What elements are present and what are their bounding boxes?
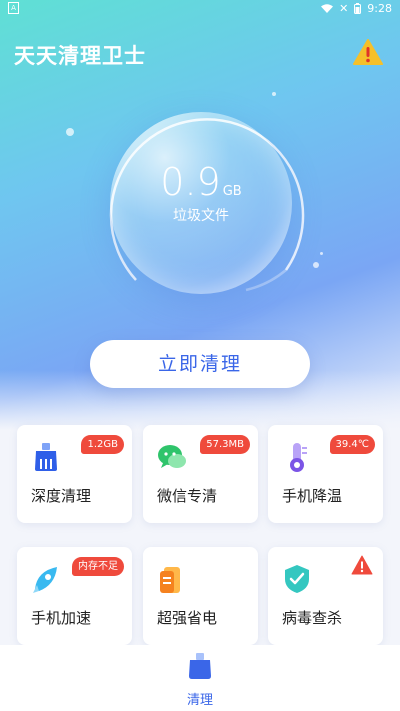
junk-label: 垃圾文件 (173, 208, 229, 224)
card-badge: 39.4℃ (329, 435, 375, 454)
card-label: 手机降温 (282, 487, 343, 505)
decor-dot (66, 128, 74, 136)
decor-dot (272, 92, 276, 96)
card-power-saving[interactable]: 超强省电 (143, 547, 258, 645)
broom-icon (189, 653, 211, 679)
card-wechat-clean[interactable]: 57.3MB 微信专清 (143, 425, 258, 523)
warning-icon[interactable] (352, 38, 384, 66)
rocket-icon (33, 567, 57, 593)
card-badge: 1.2GB (81, 435, 124, 454)
battery-icon (160, 567, 180, 593)
junk-size-unit: GB (222, 184, 242, 199)
nav-tab-label: 清理 (186, 693, 213, 708)
junk-size: 0.9 GB (110, 160, 292, 204)
broom-icon (35, 443, 57, 471)
no-sim-icon: ✕ (339, 2, 349, 15)
status-bar: A ✕ 9:28 (0, 0, 400, 18)
card-label: 微信专清 (157, 487, 218, 505)
card-badge: 57.3MB (200, 435, 250, 454)
card-cool-down[interactable]: 39.4℃ 手机降温 (268, 425, 383, 523)
decor-dot (320, 252, 323, 255)
wechat-icon (158, 445, 186, 468)
battery-status-icon (354, 3, 362, 14)
junk-size-value: 0.9 (160, 160, 221, 204)
notification-icon: A (8, 2, 19, 14)
clock: 9:28 (367, 2, 392, 15)
card-badge: 内存不足 (72, 557, 124, 576)
shield-icon (285, 565, 309, 593)
card-deep-clean[interactable]: 1.2GB 深度清理 (17, 425, 132, 523)
decor-dot (313, 262, 319, 268)
wifi-icon (321, 3, 334, 13)
warning-icon (351, 555, 373, 575)
app-title: 天天清理卫士 (14, 44, 146, 68)
nav-tab-clean[interactable]: 清理 (175, 651, 225, 708)
card-label: 深度清理 (31, 487, 92, 505)
thermometer-icon (290, 443, 307, 472)
card-label: 手机加速 (31, 609, 92, 627)
bottom-nav: 清理 (0, 645, 400, 711)
card-virus-scan[interactable]: 病毒查杀 (268, 547, 383, 645)
card-label: 病毒查杀 (282, 609, 343, 627)
card-label: 超强省电 (157, 609, 218, 627)
clean-now-button[interactable]: 立即清理 (90, 340, 310, 388)
card-speed-up[interactable]: 内存不足 手机加速 (17, 547, 132, 645)
